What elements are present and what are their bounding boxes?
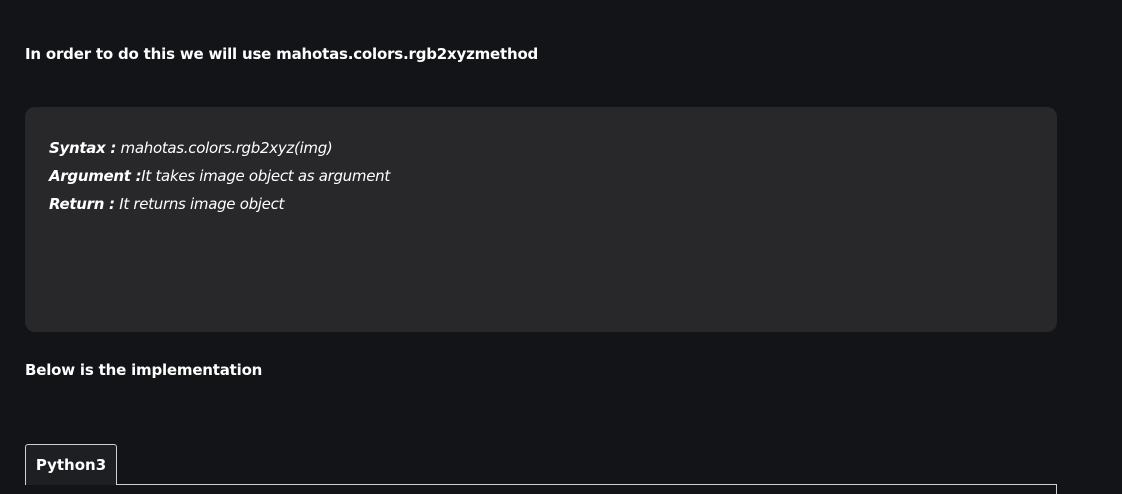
syntax-box: Syntax : mahotas.colors.rgb2xyz(img) Arg…	[25, 107, 1057, 332]
syntax-line-return: Return : It returns image object	[49, 190, 390, 218]
syntax-list: Syntax : mahotas.colors.rgb2xyz(img) Arg…	[49, 134, 390, 218]
syntax-value: mahotas.colors.rgb2xyz(img)	[116, 139, 333, 157]
syntax-line-syntax: Syntax : mahotas.colors.rgb2xyz(img)	[49, 134, 390, 162]
return-value: It returns image object	[114, 195, 285, 213]
syntax-line-argument: Argument :It takes image object as argum…	[49, 162, 390, 190]
implementation-heading: Below is the implementation	[25, 361, 263, 379]
tab-python3-label: Python3	[35, 455, 107, 474]
return-label: Return :	[49, 195, 115, 213]
code-frame	[25, 484, 1057, 494]
tab-python3[interactable]: Python3	[25, 444, 117, 485]
argument-value: It takes image object as argument	[141, 167, 390, 185]
intro-paragraph: In order to do this we will use mahotas.…	[25, 45, 539, 63]
syntax-label: Syntax :	[49, 139, 117, 157]
argument-label: Argument :	[49, 167, 142, 185]
